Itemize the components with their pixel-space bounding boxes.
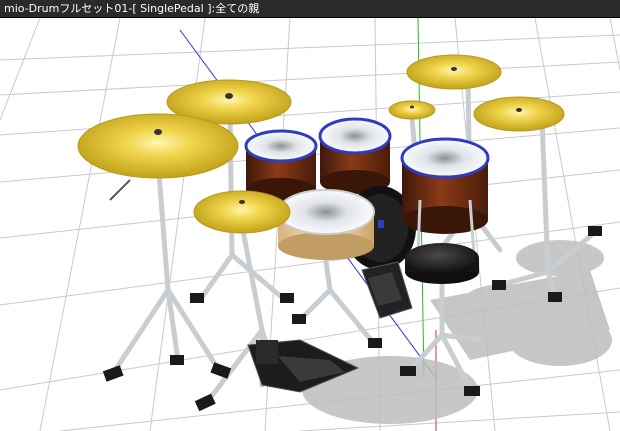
mmd-window: mio-Drumフルセット01-[ SinglePedal ]:全ての親 [0, 0, 620, 431]
window-title: mio-Drumフルセット01-[ SinglePedal ]:全ての親 [4, 2, 260, 15]
hihat-cymbal[interactable] [193, 190, 291, 234]
splash-cymbal[interactable] [388, 100, 436, 120]
crash-cymbal-back-right[interactable] [406, 54, 502, 90]
tom-center[interactable] [318, 117, 392, 194]
title-bar[interactable]: mio-Drumフルセット01-[ SinglePedal ]:全ての親 [0, 0, 620, 18]
snare-drum[interactable] [277, 189, 384, 260]
scene-svg [0, 18, 620, 431]
kick-pedal[interactable] [361, 261, 413, 319]
china-cymbal-right[interactable] [473, 96, 565, 132]
3d-viewport[interactable] [0, 18, 620, 431]
